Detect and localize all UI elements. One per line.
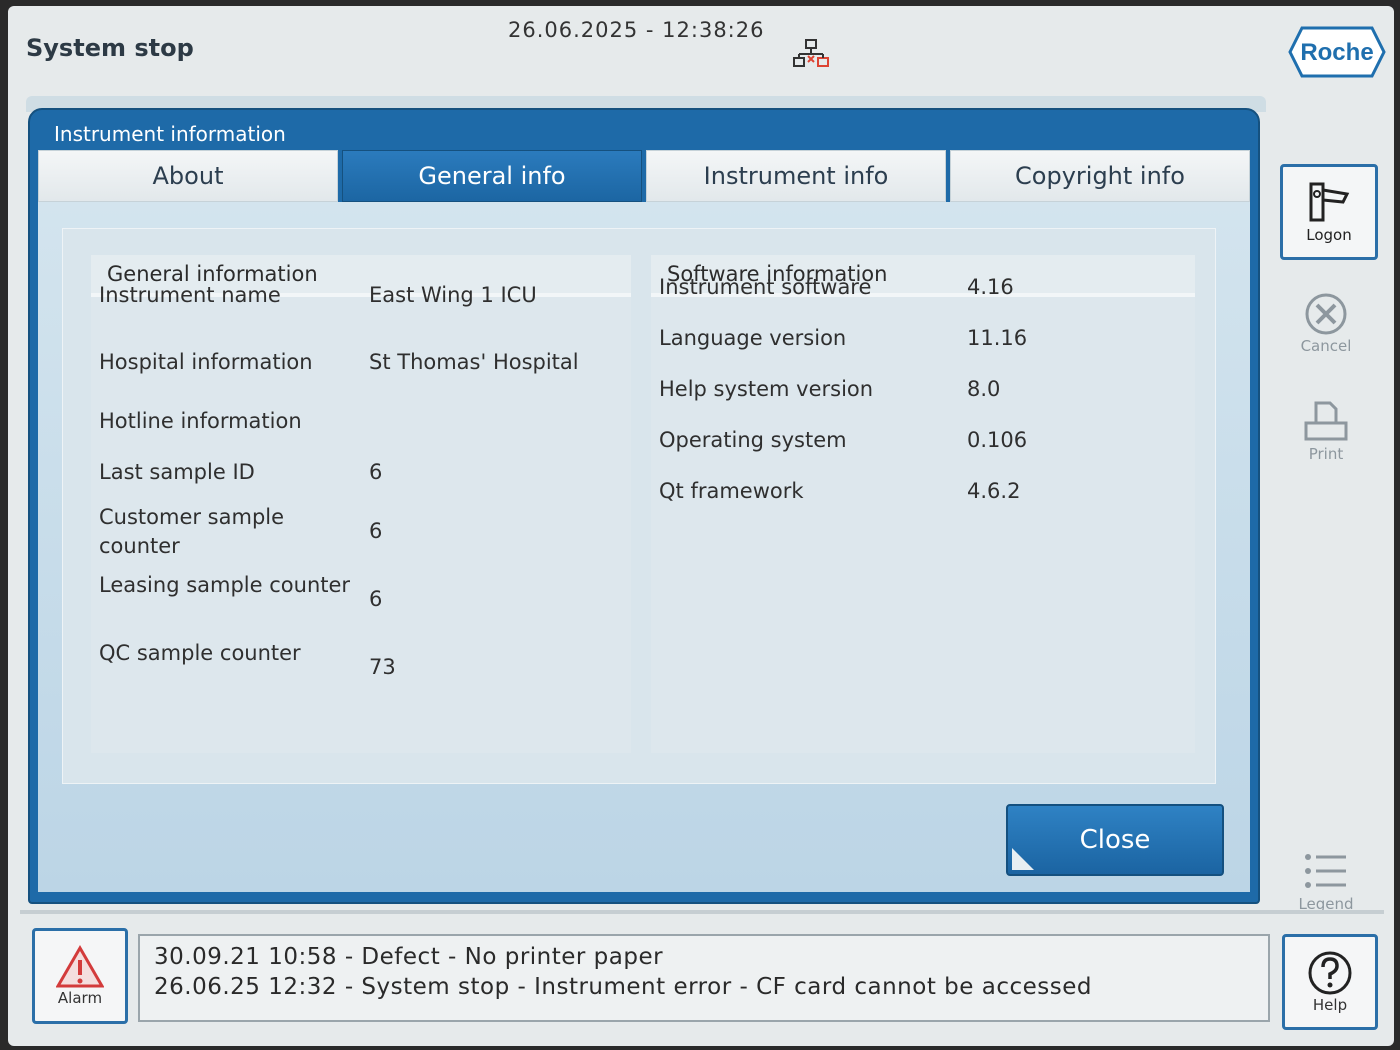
row-label: Language version (659, 326, 847, 350)
row-value: 73 (369, 655, 396, 679)
row-value: 6 (369, 519, 383, 543)
message-line: 30.09.21 10:58 - Defect - No printer pap… (154, 944, 664, 970)
row-label: Leasing sample counter (99, 573, 351, 597)
row-label: Qt framework (659, 479, 804, 503)
help-label: Help (1312, 996, 1348, 1014)
tab-instrument-info[interactable]: Instrument info (646, 150, 946, 202)
row-label: Operating system (659, 428, 847, 452)
screen: System stop 26.06.2025 - 12:38:26 Roche … (8, 6, 1394, 1046)
row-value: East Wing 1 ICU (369, 283, 537, 307)
row-label: Help system version (659, 377, 874, 401)
print-button[interactable]: Print (1280, 386, 1372, 476)
row-label: Hospital information (99, 350, 313, 374)
general-information-section: General information Instrument name East… (91, 255, 631, 753)
cancel-button[interactable]: Cancel (1280, 278, 1372, 368)
tab-general-info[interactable]: General info (342, 150, 642, 202)
warning-icon (56, 945, 104, 988)
row-value: 6 (369, 460, 383, 484)
row-value: St Thomas' Hospital (369, 350, 579, 374)
row-value: 8.0 (967, 377, 1001, 401)
alarm-label: Alarm (57, 989, 103, 1007)
print-label: Print (1308, 445, 1344, 463)
datetime: 26.06.2025 - 12:38:26 (508, 18, 765, 42)
dialog-body: General information Instrument name East… (38, 202, 1250, 892)
system-status: System stop (26, 34, 194, 62)
row-label: Last sample ID (99, 460, 255, 484)
row-value: 0.106 (967, 428, 1028, 452)
help-button[interactable]: Help (1282, 934, 1378, 1030)
logon-icon (1309, 182, 1350, 222)
close-button-label: Close (1079, 825, 1151, 855)
brand-text: Roche (1300, 39, 1373, 66)
row-label: Customer sample counter (99, 505, 285, 558)
row-label: Instrument software (659, 275, 872, 299)
tab-about[interactable]: About (38, 150, 338, 202)
tab-copyright-info[interactable]: Copyright info (950, 150, 1250, 202)
network-icon (793, 39, 829, 67)
help-icon (1308, 951, 1352, 995)
row-value: 4.6.2 (967, 479, 1021, 503)
close-button[interactable]: Close (1006, 804, 1224, 876)
corner-marker-icon (1012, 848, 1034, 870)
legend-icon (1305, 854, 1346, 888)
logon-button[interactable]: Logon (1280, 164, 1378, 260)
alarm-button[interactable]: Alarm (32, 928, 128, 1024)
message-line: 26.06.25 12:32 - System stop - Instrumen… (154, 974, 1092, 1000)
row-label: QC sample counter (99, 641, 301, 665)
row-value: 6 (369, 587, 383, 611)
dialog-title: Instrument information (54, 122, 286, 146)
instrument-info-dialog: Instrument information About General inf… (28, 108, 1260, 904)
row-value: 11.16 (967, 326, 1028, 350)
row-label: Hotline information (99, 409, 302, 433)
info-panel: General information Instrument name East… (62, 228, 1216, 784)
software-information-section: Software information Instrument software… (651, 255, 1195, 753)
row-label: Instrument name (99, 283, 281, 307)
row-value: 4.16 (967, 275, 1014, 299)
message-log[interactable]: 30.09.21 10:58 - Defect - No printer pap… (138, 934, 1270, 1022)
roche-logo: Roche (1288, 26, 1386, 78)
tab-bar: About General info Instrument info Copyr… (38, 150, 1250, 202)
cancel-label: Cancel (1300, 337, 1352, 355)
cancel-icon (1305, 293, 1347, 335)
logon-label: Logon (1306, 226, 1352, 244)
print-icon (1304, 401, 1348, 441)
footer-divider (20, 910, 1384, 914)
